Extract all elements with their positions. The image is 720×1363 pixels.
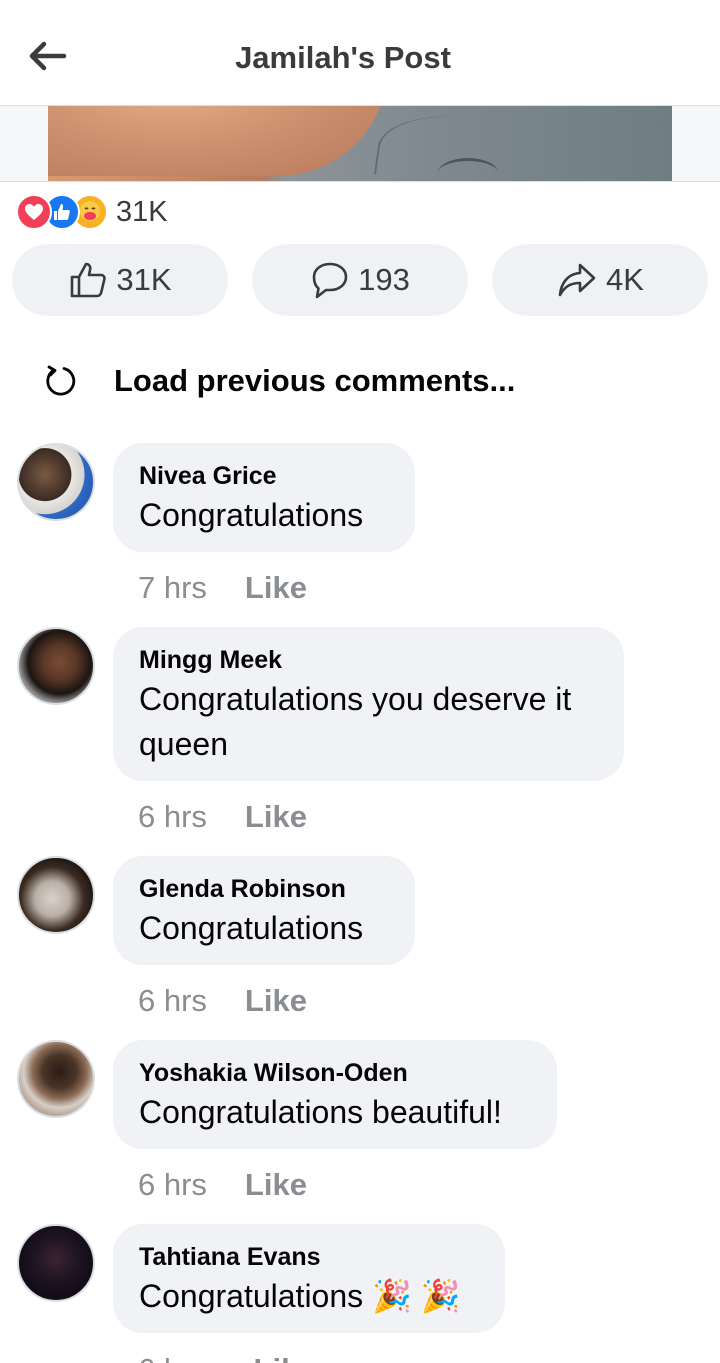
- comment-time[interactable]: 6 hrs: [138, 1352, 207, 1363]
- share-button[interactable]: 4K: [492, 244, 708, 316]
- comment-like-button[interactable]: Like: [245, 570, 307, 606]
- love-icon: [16, 194, 52, 230]
- comment-count: 193: [358, 262, 410, 297]
- comment-text-content: Congratulations: [139, 1278, 364, 1314]
- comment-like-button[interactable]: Like: [245, 983, 307, 1019]
- share-icon: [558, 263, 596, 297]
- post-image-area: [0, 105, 720, 182]
- comment-text: Congratulations 🎉 🎉: [139, 1274, 479, 1319]
- thumbs-up-icon: [71, 262, 107, 298]
- avatar[interactable]: [17, 627, 95, 705]
- comment-author[interactable]: Tahtiana Evans: [139, 1242, 479, 1272]
- load-previous-label: Load previous comments...: [114, 363, 516, 398]
- comment-meta: 6 hrs Like: [138, 799, 307, 835]
- comment-time[interactable]: 7 hrs: [138, 570, 207, 606]
- reactions-summary[interactable]: 31K: [16, 192, 168, 232]
- comment-like-button[interactable]: Like: [245, 799, 307, 835]
- comment-like-button[interactable]: Like: [245, 1167, 307, 1203]
- avatar[interactable]: [17, 1040, 95, 1118]
- comment-author[interactable]: Mingg Meek: [139, 645, 598, 675]
- comment-bubble[interactable]: Tahtiana Evans Congratulations 🎉 🎉: [113, 1224, 505, 1333]
- comment-bubble[interactable]: Yoshakia Wilson-Oden Congratulations bea…: [113, 1040, 557, 1149]
- comment-bubble[interactable]: Nivea Grice Congratulations: [113, 443, 415, 552]
- comment-text: Congratulations beautiful!: [139, 1094, 502, 1130]
- comment-bubble[interactable]: Glenda Robinson Congratulations: [113, 856, 415, 965]
- page-title: Jamilah's Post: [235, 40, 451, 75]
- comment-author[interactable]: Yoshakia Wilson-Oden: [139, 1058, 531, 1088]
- comment-text: Congratulations you deserve it queen: [139, 681, 572, 762]
- avatar[interactable]: [17, 856, 95, 934]
- comment-meta: 7 hrs Like: [138, 570, 307, 606]
- comment-time[interactable]: 6 hrs: [138, 799, 207, 835]
- comment-author[interactable]: Nivea Grice: [139, 461, 389, 491]
- comment-text: Congratulations: [139, 497, 364, 533]
- like-button[interactable]: 31K: [12, 244, 228, 316]
- avatar[interactable]: [17, 1224, 95, 1302]
- comment-author[interactable]: Glenda Robinson: [139, 874, 389, 904]
- post-photo[interactable]: [48, 106, 672, 181]
- top-bar: Jamilah's Post: [0, 0, 720, 106]
- comment-meta: 6 hrs Like: [138, 983, 307, 1019]
- comment-time[interactable]: 6 hrs: [138, 1167, 207, 1203]
- like-count: 31K: [116, 262, 172, 297]
- comment-icon: [312, 262, 348, 299]
- load-previous-comments[interactable]: Load previous comments...: [44, 356, 515, 406]
- refresh-icon: [46, 365, 76, 396]
- reactions-count: 31K: [116, 195, 168, 228]
- share-count: 4K: [606, 262, 644, 297]
- comment-meta: 6 hrs Like: [138, 1167, 307, 1203]
- party-popper-icon: 🎉 🎉: [372, 1278, 461, 1314]
- avatar[interactable]: [17, 443, 95, 521]
- comment-meta-partial: 6 hrs Like: [138, 1352, 316, 1363]
- comment-bubble[interactable]: Mingg Meek Congratulations you deserve i…: [113, 627, 624, 781]
- comment-like-button[interactable]: Like: [254, 1352, 316, 1363]
- comment-time[interactable]: 6 hrs: [138, 983, 207, 1019]
- comment-button[interactable]: 193: [252, 244, 468, 316]
- comment-text: Congratulations: [139, 910, 364, 946]
